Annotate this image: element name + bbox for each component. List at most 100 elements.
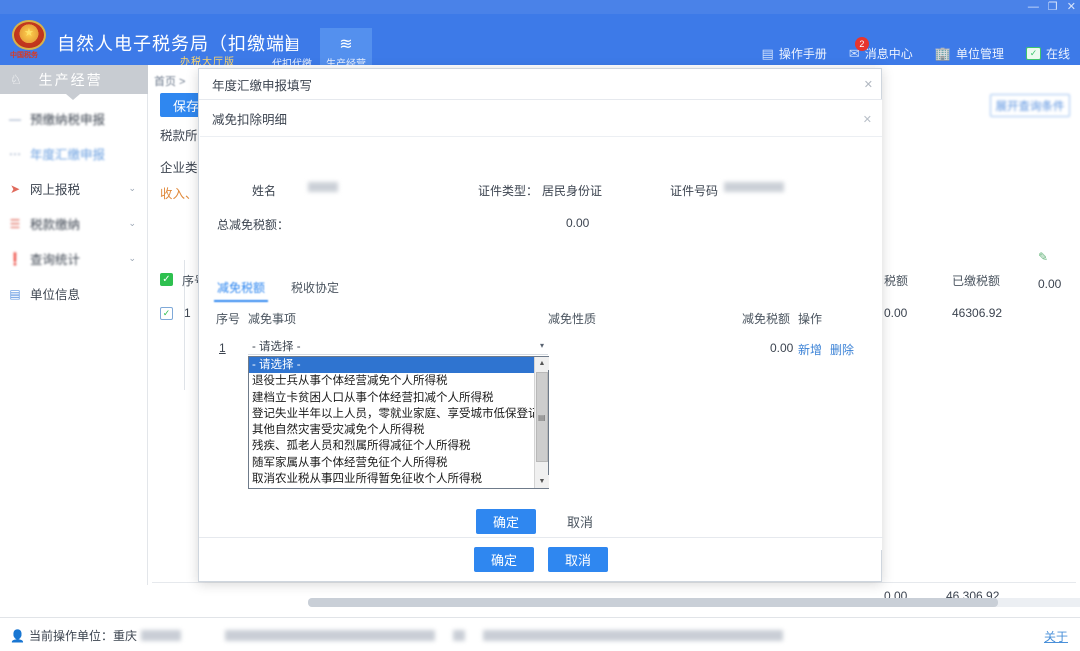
dialog-title: 年度汇缴申报填写 xyxy=(212,78,313,93)
dropdown-option[interactable]: 其他自然灾害受灾减免个人所得税 xyxy=(249,422,534,438)
breadcrumb[interactable]: 首页 > xyxy=(154,73,185,89)
building-icon: 🏢 xyxy=(934,46,951,61)
reduction-item-dropdown[interactable]: - 请选择 - 退役士兵从事个体经营减免个人所得税 建档立卡贫困人口从事个体经营… xyxy=(248,356,549,489)
dropdown-scrollbar[interactable]: ▲ ▤ ▼ xyxy=(534,357,549,488)
unit-name-redacted xyxy=(140,630,181,641)
status-bar: 👤 当前操作单位：重庆 关于 xyxy=(0,617,1080,651)
about-link[interactable]: 关于 xyxy=(1044,628,1068,645)
send-icon: ➤ xyxy=(9,181,21,196)
list-icon: ▤ xyxy=(9,286,21,301)
person-icon: 👤 xyxy=(10,628,25,643)
sidebar-item-label: 查询统计 xyxy=(30,253,81,267)
outer-dialog-footer: 确定 取消 xyxy=(199,537,883,581)
header-action-label: 操作手册 xyxy=(778,47,827,61)
inner-dialog-tabs: 减免税额 税收协定 xyxy=(213,279,339,302)
inner-confirm-button[interactable]: 确定 xyxy=(476,508,536,534)
current-unit-label: 当前操作单位：重庆 xyxy=(28,629,137,643)
row-amount: 0.00 xyxy=(770,341,794,355)
app-header: ★ 中国税务 自然人电子税务局（扣缴端） 办税大厅版 ▤ 代扣代缴 ≋ 生产经营… xyxy=(0,14,1080,79)
row-checkbox-header[interactable]: ✓ xyxy=(160,273,173,286)
select-value: - 请选择 - xyxy=(252,340,301,353)
inner-dialog-title-bar: 减免扣除明细 ✕ xyxy=(200,100,882,137)
header-action-online-status[interactable]: ✓ 在线 xyxy=(1025,45,1070,62)
scrollbar-grip-icon: ▤ xyxy=(538,413,546,422)
add-row-link[interactable]: 新增 xyxy=(798,341,822,358)
bg-amount-top: 0.00 xyxy=(1038,277,1062,291)
scroll-down-icon[interactable]: ▼ xyxy=(535,475,549,488)
unit-id-redacted xyxy=(482,630,783,641)
dropdown-option[interactable]: 随军家属从事个体经营免征个人所得税 xyxy=(249,455,534,471)
outer-cancel-button[interactable]: 取消 xyxy=(548,547,608,572)
chevron-down-icon: ▾ xyxy=(539,341,544,350)
row-checkbox-1[interactable]: ✓ xyxy=(160,307,173,320)
dropdown-options: - 请选择 - 退役士兵从事个体经营减免个人所得税 建档立卡贫困人口从事个体经营… xyxy=(249,357,534,488)
delete-row-link[interactable]: 删除 xyxy=(830,341,854,358)
col-header-index: 序号 xyxy=(216,312,241,326)
header-action-unit-manage[interactable]: 🏢 单位管理 xyxy=(935,45,1004,62)
edit-pencil-icon[interactable]: ✎ xyxy=(1038,250,1048,264)
dialog-close-icon[interactable]: ✕ xyxy=(864,78,873,91)
label-id-type: 证件类型： xyxy=(478,184,539,198)
sidebar-item-shuikuan-jiaona[interactable]: ☰ 税款缴纳 ⌄ xyxy=(0,206,148,241)
sidebar-section-header: ♘ 生产经营 xyxy=(0,65,148,94)
reduction-item-select[interactable]: - 请选择 - ▾ xyxy=(248,337,548,355)
inner-dialog-close-icon[interactable]: ✕ xyxy=(863,113,872,126)
bg-label-shuikuansuo: 税款所 xyxy=(160,129,198,143)
tab-tax-treaty[interactable]: 税收协定 xyxy=(291,279,339,302)
emblem-caption: 中国税务 xyxy=(10,52,38,59)
window-controls: — ❐ ✕ xyxy=(1028,0,1076,14)
current-unit-info: 👤 当前操作单位：重庆 xyxy=(10,627,783,644)
sidebar-item-label: 网上报税 xyxy=(30,183,81,197)
scroll-up-icon[interactable]: ▲ xyxy=(535,357,549,370)
sidebar-item-chaxun-tongji[interactable]: ❗ 查询统计 ⌄ xyxy=(0,241,148,276)
restore-icon[interactable]: ❐ xyxy=(1048,1,1058,13)
bg-label-shouru: 收入、 xyxy=(160,187,198,201)
horizontal-scrollbar[interactable] xyxy=(308,598,1080,607)
header-action-messages[interactable]: ✉ 2 消息中心 xyxy=(849,37,913,62)
scrollbar-thumb[interactable] xyxy=(308,598,998,607)
chevron-down-icon: ⌄ xyxy=(128,218,136,228)
dropdown-option[interactable]: 登记失业半年以上人员，零就业家庭、享受城市低保登记失业人 xyxy=(249,406,534,422)
col-header-amount: 减免税额 xyxy=(742,312,791,326)
dropdown-option[interactable]: 退役士兵从事个体经营减免个人所得税 xyxy=(249,373,534,389)
bg-table-header-shuie: 税额 xyxy=(884,274,909,288)
tab-reduction-amount[interactable]: 减免税额 xyxy=(213,279,269,302)
sidebar-menu: — 预缴纳税申报 ⋯ 年度汇缴申报 ➤ 网上报税 ⌄ ☰ 税款缴纳 ⌄ ❗ 查询… xyxy=(0,101,148,311)
bg-row-index: 1 xyxy=(184,306,191,320)
online-check-icon: ✓ xyxy=(1025,47,1041,60)
outer-confirm-button[interactable]: 确定 xyxy=(474,547,534,572)
bg-label-qiyelei: 企业类 xyxy=(160,161,198,175)
dialog-deduction-detail: 减免扣除明细 ✕ 姓名 证件类型： 居民身份证 证件号码 总减免税额： 0.00… xyxy=(200,100,882,550)
header-action-label: 在线 xyxy=(1045,47,1070,61)
sidebar-item-yujiao[interactable]: — 预缴纳税申报 xyxy=(0,101,148,136)
sidebar-item-niandu-huijiao[interactable]: ⋯ 年度汇缴申报 xyxy=(0,136,148,171)
dropdown-option[interactable]: 建档立卡贫困人口从事个体经营扣减个人所得税 xyxy=(249,390,534,406)
dropdown-option[interactable]: 取消农业税从事四业所得暂免征收个人所得税 xyxy=(249,471,534,487)
row-index: 1 xyxy=(219,341,226,355)
minimize-icon[interactable]: — xyxy=(1028,1,1039,13)
message-badge: 2 xyxy=(854,37,869,51)
sidebar-section-pointer xyxy=(66,94,80,100)
unit-detail-redacted xyxy=(224,630,435,641)
sidebar-item-label: 税款缴纳 xyxy=(30,218,81,232)
label-id-number: 证件号码 xyxy=(670,184,719,198)
sidebar-item-label: 单位信息 xyxy=(30,288,81,302)
sidebar-item-danwei-xinxi[interactable]: ▤ 单位信息 xyxy=(0,276,148,311)
unit-extra-redacted xyxy=(452,630,465,641)
window-title-bar: — ❐ ✕ xyxy=(0,0,1080,14)
chart-icon: ❗ xyxy=(7,251,23,266)
value-total-reduction: 0.00 xyxy=(566,216,590,230)
expand-query-button[interactable]: 展开查询条件 xyxy=(990,94,1070,117)
national-emblem-logo: ★ 中国税务 xyxy=(8,18,50,60)
detail-table-header: 序号 减免事项 减免性质 减免税额 操作 xyxy=(200,310,882,332)
sidebar-item-wangshang-baoshui[interactable]: ➤ 网上报税 ⌄ xyxy=(0,171,148,206)
header-action-manual[interactable]: ▤ 操作手册 xyxy=(762,45,827,62)
inner-cancel-button[interactable]: 取消 xyxy=(554,509,606,534)
close-icon[interactable]: ✕ xyxy=(1067,1,1076,13)
pay-icon: ☰ xyxy=(9,216,21,231)
dialog-title-bar: 年度汇缴申报填写 ✕ xyxy=(199,69,883,100)
dropdown-option[interactable]: - 请选择 - xyxy=(249,357,534,374)
col-header-item: 减免事项 xyxy=(248,312,297,326)
dropdown-option[interactable]: 残疾、孤老人员和烈属所得减征个人所得税 xyxy=(249,438,534,454)
emblem-star-icon: ★ xyxy=(24,27,34,39)
